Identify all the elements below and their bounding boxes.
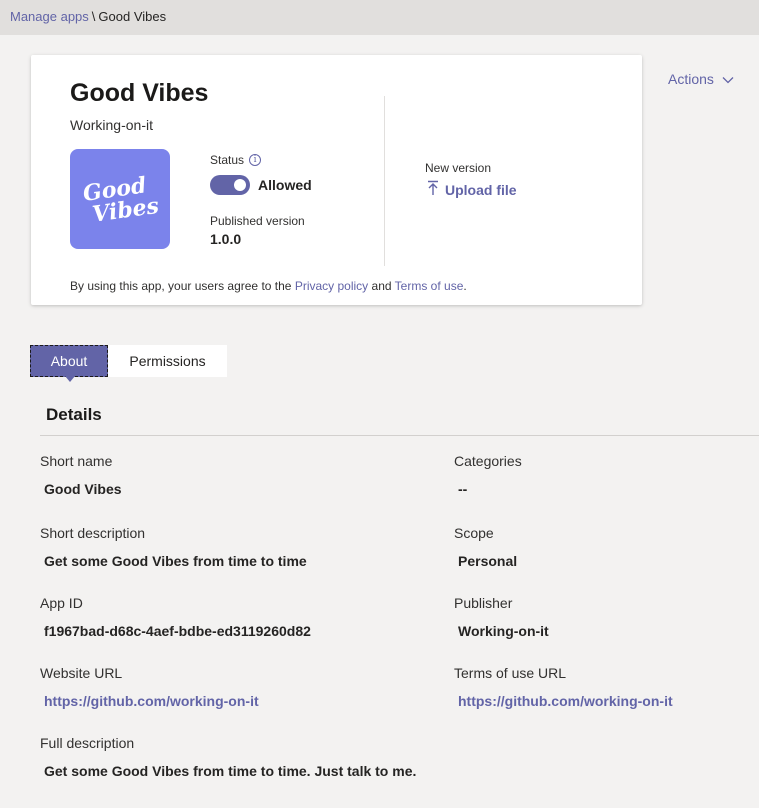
actions-label: Actions [668,71,714,87]
upload-file-label: Upload file [445,181,517,198]
toggle-knob [234,179,246,191]
breadcrumb: Manage apps \ Good Vibes [10,9,166,24]
categories-label: Categories [454,453,522,469]
short-name-value: Good Vibes [44,481,122,497]
publisher-value: Working-on-it [458,623,549,639]
upload-icon [427,180,439,199]
website-url-label: Website URL [40,665,123,681]
full-description-value: Get some Good Vibes from time to time. J… [44,763,417,779]
status-toggle-label: Allowed [258,177,312,193]
details-divider [40,435,759,436]
details-heading: Details [46,405,102,424]
chevron-down-icon [722,71,734,87]
full-description-label: Full description [40,735,135,751]
website-url-link[interactable]: https://github.com/working-on-it [44,693,259,709]
publisher-label: Publisher [454,595,513,611]
agreement-text: By using this app, your users agree to t… [70,279,467,293]
upload-file-button[interactable]: Upload file [427,180,517,199]
new-version-label: New version [425,161,492,175]
scope-label: Scope [454,525,494,541]
info-icon[interactable]: i [249,154,262,166]
breadcrumb-current: Good Vibes [98,9,167,24]
tab-about[interactable]: About [30,345,108,382]
short-description-label: Short description [40,525,146,541]
breadcrumb-manage-apps-link[interactable]: Manage apps [10,9,89,24]
terms-url-label: Terms of use URL [454,665,567,681]
app-logo: Good Vibes [70,149,170,249]
app-developer: Working-on-it [70,117,153,133]
card-divider [384,96,385,266]
published-version-label: Published version [210,214,305,228]
short-name-label: Short name [40,453,113,469]
agreement-suffix: . [463,279,467,293]
categories-value: -- [458,481,468,497]
status-label-text: Status [210,153,245,167]
terms-of-use-link[interactable]: Terms of use [395,279,464,293]
status-toggle[interactable] [210,175,250,195]
agreement-and: and [371,279,392,293]
scope-value: Personal [458,553,518,569]
app-summary-card: Good Vibes Working-on-it Good Vibes Stat… [31,55,642,305]
status-label: Status i [210,153,262,167]
tab-permissions[interactable]: Permissions [108,345,227,377]
privacy-policy-link[interactable]: Privacy policy [295,279,368,293]
terms-url-link[interactable]: https://github.com/working-on-it [458,693,673,709]
top-bar: Manage apps \ Good Vibes [0,0,759,35]
published-version-value: 1.0.0 [210,231,242,247]
app-title: Good Vibes [70,79,209,107]
app-id-value: f1967bad-d68c-4aef-bdbe-ed3119260d82 [44,623,311,639]
actions-menu-button[interactable]: Actions [668,71,734,87]
short-description-value: Get some Good Vibes from time to time [44,553,307,569]
agreement-prefix: By using this app, your users agree to t… [70,279,292,293]
app-id-label: App ID [40,595,83,611]
breadcrumb-separator: \ [91,9,96,24]
tab-bar: About Permissions [30,345,227,382]
